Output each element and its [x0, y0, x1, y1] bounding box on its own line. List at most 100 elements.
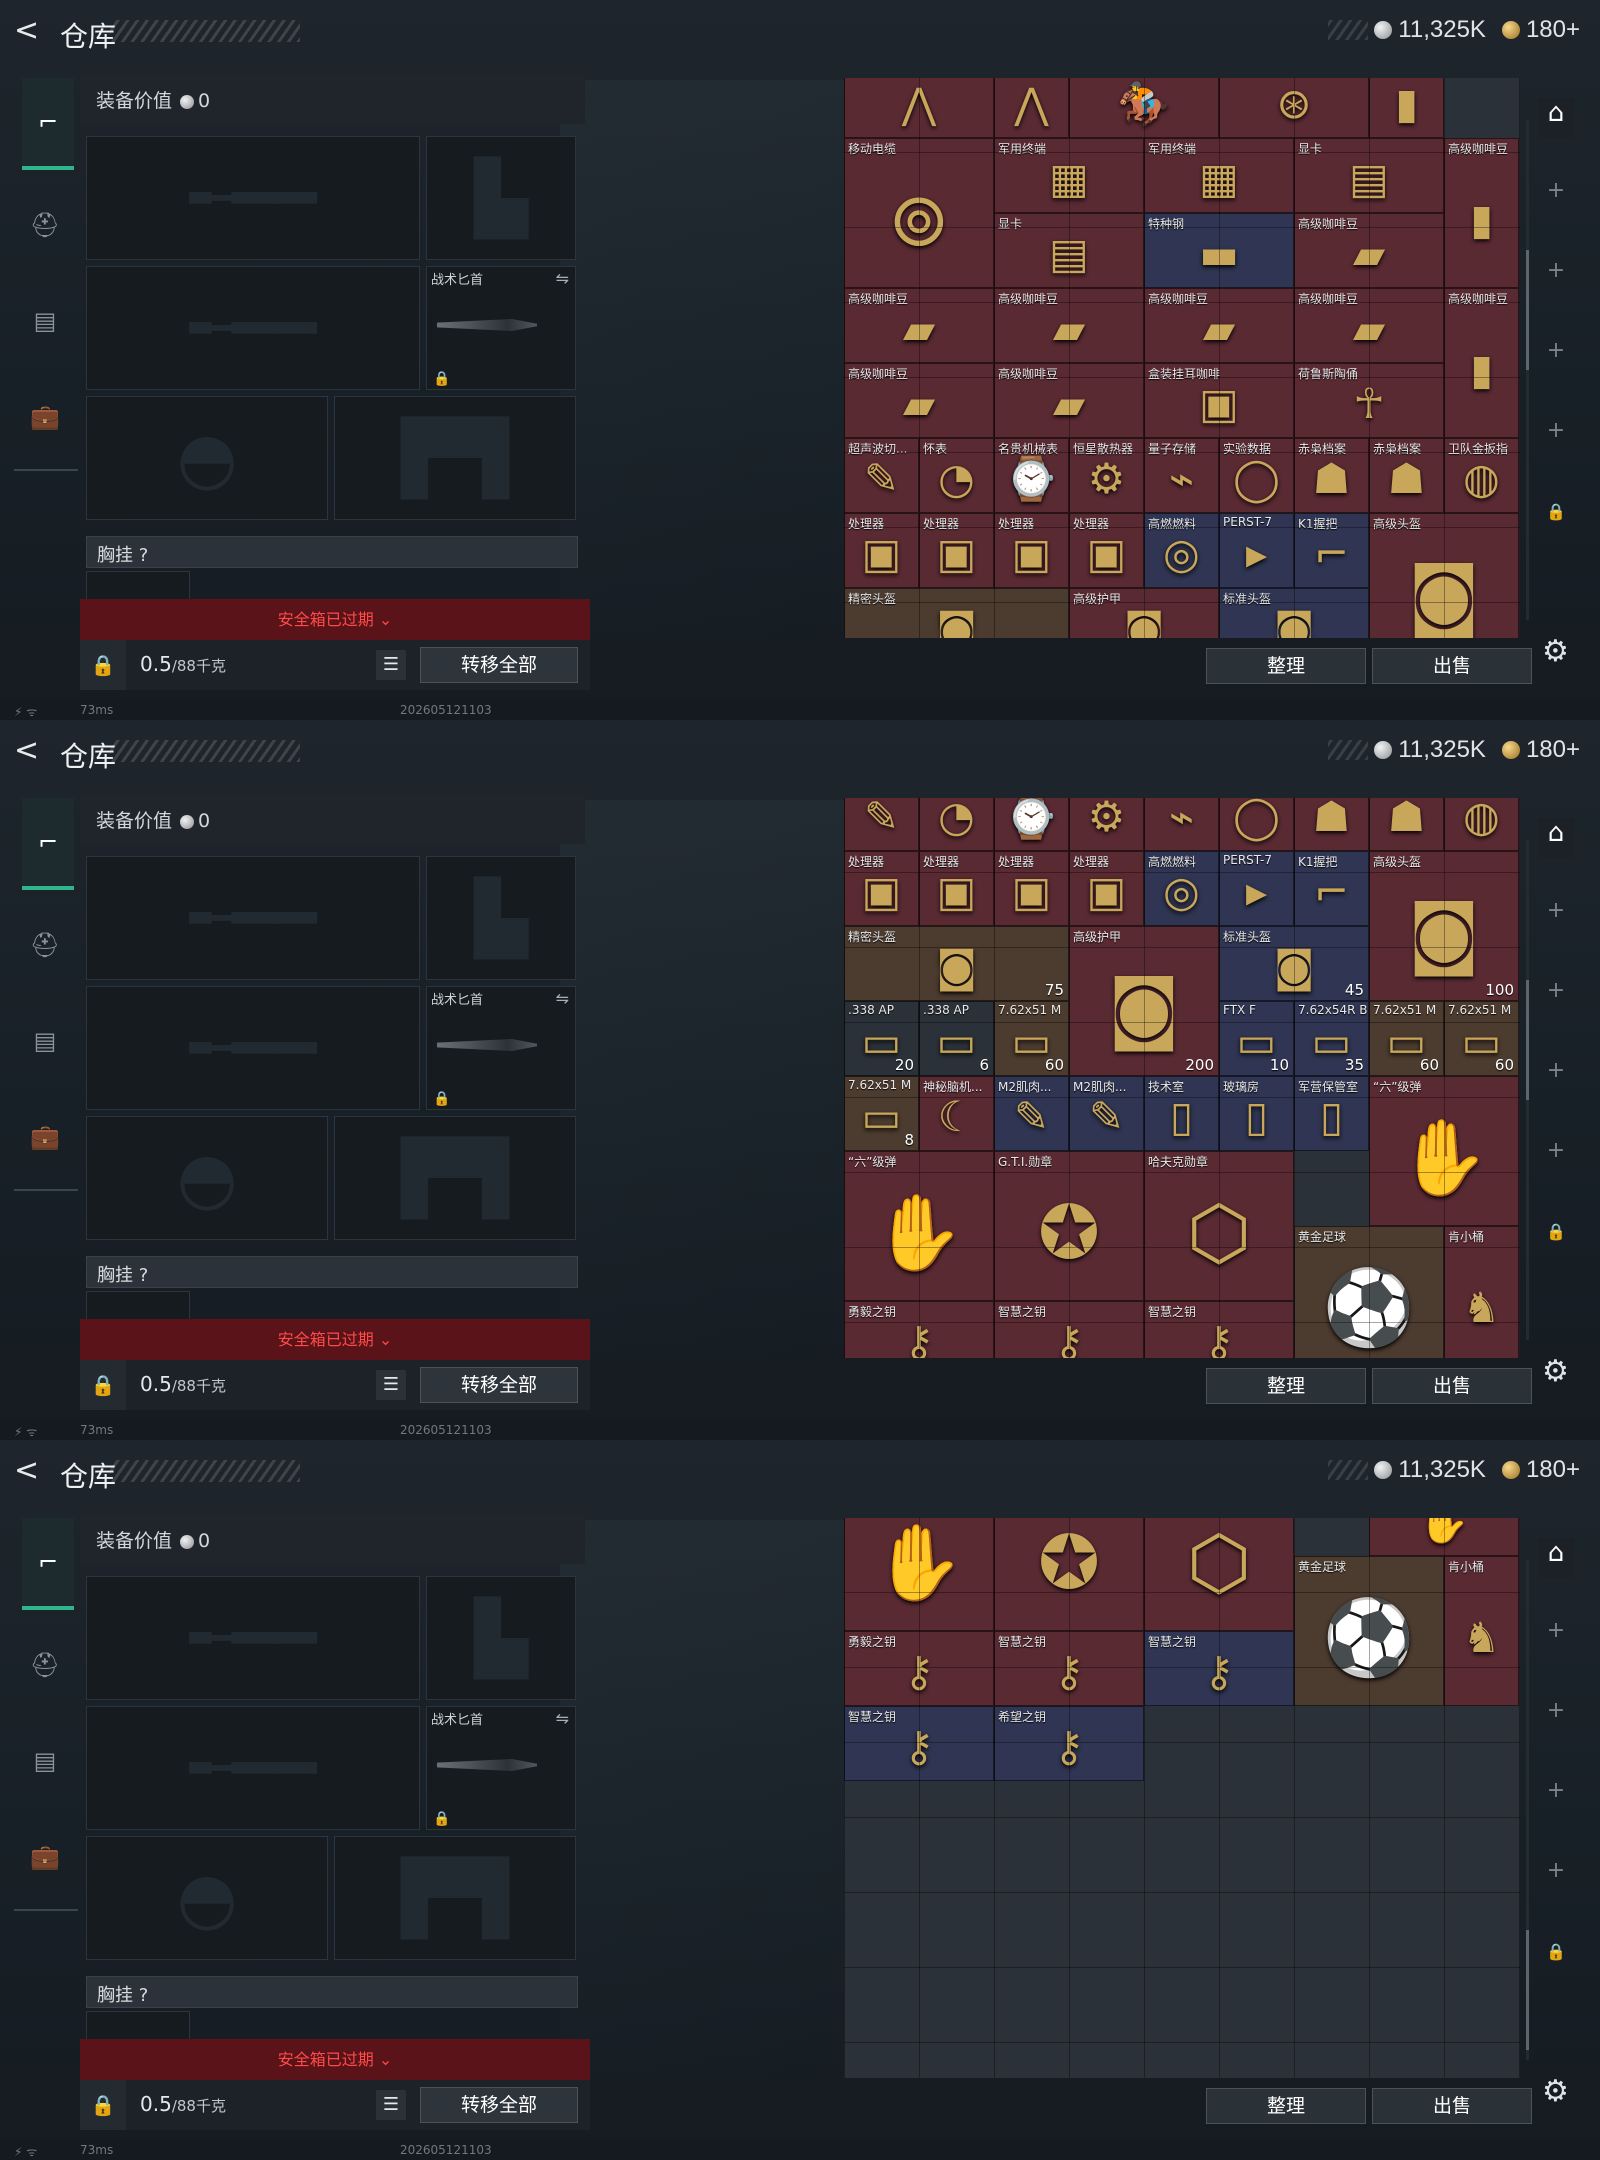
inventory-item[interactable]: ◙ 高级护甲	[1069, 588, 1219, 638]
inventory-item[interactable]: ▸ PERST-7	[1219, 850, 1294, 926]
chest-rig-header[interactable]: 胸挂 ?	[86, 1976, 578, 2008]
inventory-item[interactable]: ⌐ K1握把	[1294, 850, 1369, 926]
plus-icon[interactable]: +	[1538, 418, 1574, 443]
safehouse-icon[interactable]: ⌂	[1538, 98, 1574, 138]
inventory-item[interactable]: ▣ 处理器	[919, 513, 994, 588]
inventory-item[interactable]: ⬡哈夫克勋章	[1144, 1518, 1294, 1631]
inventory-item[interactable]: ◍卫队金扳指	[1444, 798, 1519, 851]
inventory-item[interactable]: ⚷ 智慧之钥	[1144, 1630, 1294, 1706]
transfer-all-button[interactable]: 转移全部	[420, 1367, 578, 1403]
inventory-item[interactable]: ◙ 高级头盔 100	[1369, 850, 1519, 1001]
nav-backpack-icon[interactable]: ⛑	[22, 922, 68, 968]
sort-button[interactable]: 整理	[1206, 2088, 1366, 2124]
inventory-item[interactable]: ⚙恒星散热器	[1069, 438, 1144, 513]
inventory-item[interactable]: ◔怀表	[919, 438, 994, 513]
inventory-item[interactable]: ▰ 高级咖啡豆	[844, 363, 994, 438]
inventory-item[interactable]: ▸ PERST-7	[1219, 513, 1294, 588]
nav-vest-icon[interactable]: ▤	[22, 1738, 68, 1784]
inventory-item[interactable]: ⚷ 希望之钥	[994, 1705, 1144, 1781]
inventory-item[interactable]: ▮	[1369, 78, 1444, 138]
inventory-item[interactable]: ▣ 处理器	[994, 850, 1069, 926]
chest-rig-header[interactable]: 胸挂 ?	[86, 536, 578, 568]
inventory-item[interactable]: ✎ M2肌肉...	[1069, 1075, 1144, 1151]
inventory-item[interactable]: ⚽ 黄金足球	[1294, 1225, 1444, 1358]
gear-icon[interactable]: ⚙	[1542, 634, 1569, 669]
inventory-item[interactable]: ⚷ 智慧之钥	[1144, 1300, 1294, 1358]
inventory-item[interactable]: ⌚名贵机械表	[994, 438, 1069, 513]
secure-case-expired-banner[interactable]: 安全箱已过期 ⌄	[80, 599, 590, 641]
inventory-item[interactable]: ✋	[1369, 1518, 1519, 1556]
inventory-item[interactable]: ✋“六”级弹	[844, 1150, 994, 1301]
nav-briefcase-icon[interactable]: 💼	[22, 1114, 68, 1160]
inventory-item[interactable]: ☗赤枭档案	[1369, 798, 1444, 851]
list-icon[interactable]: ☰	[376, 1370, 406, 1400]
plus-icon[interactable]: +	[1538, 178, 1574, 203]
help-icon[interactable]: ?	[139, 545, 149, 566]
inventory-item[interactable]: ☥ 荷鲁斯陶俑	[1294, 363, 1444, 438]
plus-icon[interactable]: +	[1538, 1618, 1574, 1643]
inventory-item[interactable]: ⚷ 勇毅之钥	[844, 1300, 994, 1358]
nav-briefcase-icon[interactable]: 💼	[22, 394, 68, 440]
helmet-slot[interactable]: ◓	[86, 1836, 328, 1960]
inventory-item[interactable]: ✋“六”级弹	[844, 1518, 994, 1631]
inventory-item[interactable]: ◎ 高燃燃料	[1144, 513, 1219, 588]
plus-icon[interactable]: +	[1538, 898, 1574, 923]
sell-button[interactable]: 出售	[1372, 2088, 1532, 2124]
helmet-slot[interactable]: ◓	[86, 1116, 328, 1240]
inventory-item[interactable]: ⬡哈夫克勋章	[1144, 1150, 1294, 1301]
secondary-weapon-slot[interactable]: ╾━━	[86, 266, 420, 390]
inventory-item[interactable]: ⚽ 黄金足球	[1294, 1555, 1444, 1706]
inventory-item[interactable]: ✎ M2肌肉...	[994, 1075, 1069, 1151]
inventory-item[interactable]: ◙ 高级护甲 200	[1069, 925, 1219, 1076]
nav-weapons-gun-icon[interactable]: ⌐	[22, 1518, 74, 1610]
transfer-all-button[interactable]: 转移全部	[420, 2087, 578, 2123]
inventory-item[interactable]: ⌁量子存储	[1144, 798, 1219, 851]
primary-weapon-slot[interactable]: ╾━━	[86, 856, 420, 980]
lock-icon[interactable]: 🔒	[1538, 502, 1574, 521]
inventory-item[interactable]: ▭ 7.62x51 M 60	[1444, 1000, 1519, 1076]
inventory-item[interactable]: ✪G.T.I.勋章	[994, 1150, 1144, 1301]
chest-rig-header[interactable]: 胸挂 ?	[86, 1256, 578, 1288]
inventory-item[interactable]: ◙ 精密头盔 75	[844, 925, 1069, 1001]
lock-icon[interactable]: 🔒	[80, 640, 126, 690]
inventory-item[interactable]: ✪G.T.I.勋章	[994, 1518, 1144, 1631]
inventory-item[interactable]: ▣ 处理器	[844, 513, 919, 588]
safehouse-icon[interactable]: ⌂	[1538, 1538, 1574, 1578]
inventory-item[interactable]: ☗赤枭档案	[1369, 438, 1444, 513]
swap-icon[interactable]: ⇋	[556, 989, 569, 1008]
inventory-item[interactable]: ▯ 技术室	[1144, 1075, 1219, 1151]
inventory-item[interactable]: ▣ 处理器	[844, 850, 919, 926]
inventory-item[interactable]: ▣ 处理器	[994, 513, 1069, 588]
secure-case-expired-banner[interactable]: 安全箱已过期 ⌄	[80, 1319, 590, 1361]
inventory-item[interactable]: ♞ 肯小桶	[1444, 1555, 1519, 1706]
plus-icon[interactable]: +	[1538, 1138, 1574, 1163]
gear-icon[interactable]: ⚙	[1542, 2074, 1569, 2109]
inventory-item[interactable]: ⚙恒星散热器	[1069, 798, 1144, 851]
plus-icon[interactable]: +	[1538, 258, 1574, 283]
plus-icon[interactable]: +	[1538, 338, 1574, 363]
inventory-item[interactable]: ▦ 军用终端	[1144, 138, 1294, 213]
pistol-slot[interactable]: ▙	[426, 1576, 576, 1700]
inventory-item[interactable]: ✎超声波切...	[844, 438, 919, 513]
list-icon[interactable]: ☰	[376, 650, 406, 680]
nav-vest-icon[interactable]: ▤	[22, 1018, 68, 1064]
inventory-item[interactable]: ⊛	[1219, 78, 1369, 138]
chest-rig-slot[interactable]	[86, 1291, 190, 1321]
transfer-all-button[interactable]: 转移全部	[420, 647, 578, 683]
gear-icon[interactable]: ⚙	[1542, 1354, 1569, 1389]
inventory-item[interactable]: ▰ 高级咖啡豆	[844, 288, 994, 363]
inventory-item[interactable]: ▭ .338 AP 6	[919, 1000, 994, 1076]
inventory-item[interactable]: ◙ 高级头盔	[1369, 513, 1519, 638]
secondary-weapon-slot[interactable]: ╾━━	[86, 986, 420, 1110]
inventory-item[interactable]: ▭ 7.62x51 M 60	[1369, 1000, 1444, 1076]
plus-icon[interactable]: +	[1538, 1778, 1574, 1803]
armor-slot[interactable]: ▛▜	[334, 1836, 576, 1960]
inventory-item[interactable]: ✎超声波切...	[844, 798, 919, 851]
primary-weapon-slot[interactable]: ╾━━	[86, 1576, 420, 1700]
inventory-item[interactable]: ◙ 精密头盔	[844, 588, 1069, 638]
inventory-item[interactable]: ⋀	[994, 78, 1069, 138]
helmet-slot[interactable]: ◓	[86, 396, 328, 520]
inventory-item[interactable]: ▭ 7.62x51 M 8	[844, 1075, 919, 1151]
inventory-item[interactable]: ▭ 7.62x51 M 60	[994, 1000, 1069, 1076]
inventory-item[interactable]: ▰ 高级咖啡豆	[994, 288, 1144, 363]
